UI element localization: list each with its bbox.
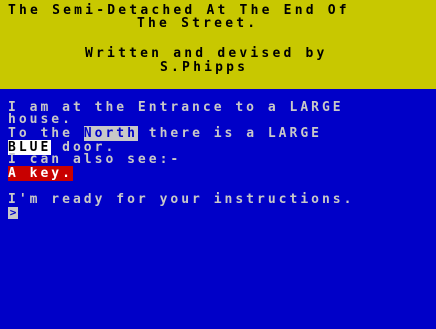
also-see-heading: I can also see:- [8,152,182,167]
exit-description-line: To the North there is a LARGE [8,126,322,141]
command-input-line[interactable]: > [8,206,18,219]
input-cursor[interactable]: > [8,207,18,219]
game-title-line-2: The Street. [137,16,259,31]
visible-item-list: A key. [8,166,73,181]
direction-north-highlight: North [83,126,138,141]
ready-prompt-text: I'm ready for your instructions. [8,192,355,207]
author-name: S.Phipps [160,60,249,75]
title-banner: The Semi-Detached At The End Of The Stre… [0,0,436,89]
exit-text-pre: To the [8,126,84,141]
item-key[interactable]: A key. [8,166,73,181]
location-description-line-2: house. [8,112,73,127]
credit-line-1: Written and devised by [85,46,328,61]
game-screen: The Semi-Detached At The End Of The Stre… [0,0,436,329]
game-output: I am at the Entrance to a LARGE house. T… [0,89,436,329]
exit-text-post: there is a LARGE [137,126,322,141]
